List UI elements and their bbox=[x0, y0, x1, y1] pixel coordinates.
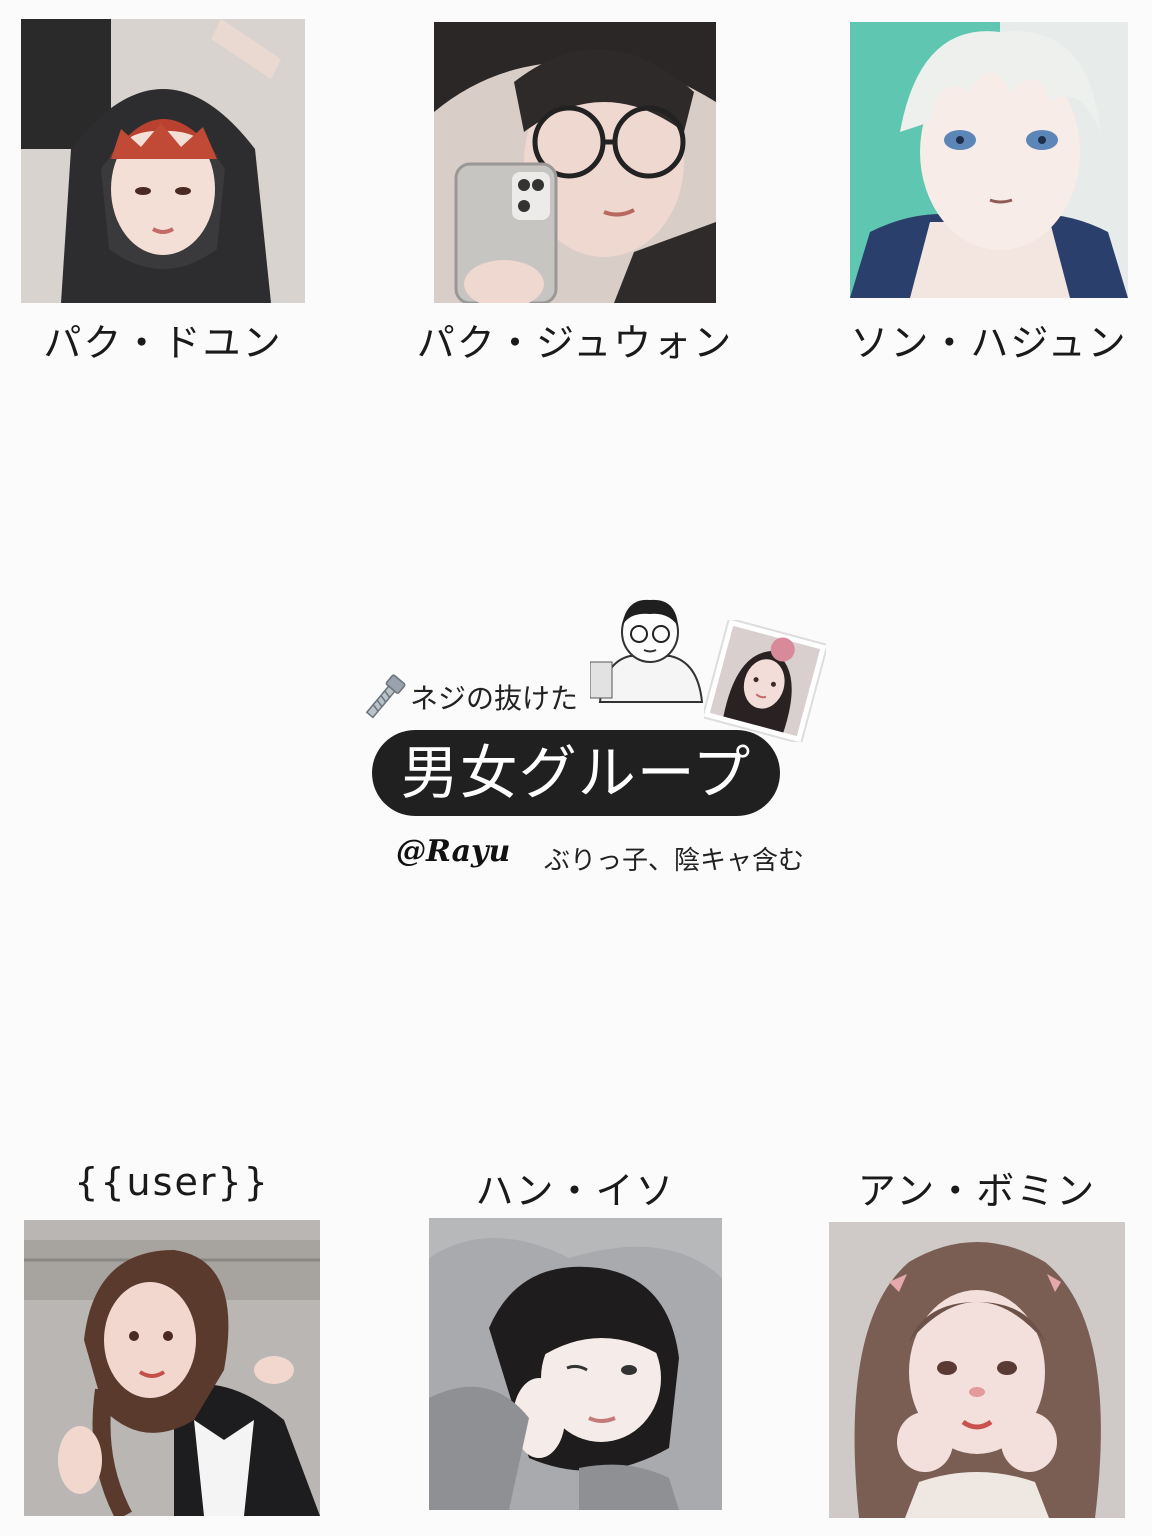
character-name-1: パク・ドユン bbox=[43, 321, 283, 365]
character-name-3: ソン・ハジュン bbox=[850, 321, 1128, 365]
portrait-girl-with-braids bbox=[24, 1220, 320, 1516]
character-name-6: アン・ボミン bbox=[857, 1169, 1097, 1213]
character-name-5: ハン・イソ bbox=[475, 1169, 676, 1213]
character-sheet: パク・ドユン パク・ジュウォン ソン・ハジュン ネジの抜けた 男女グループ @R… bbox=[0, 0, 1152, 1536]
character-name-2: パク・ジュウォン bbox=[416, 321, 734, 365]
bolt-icon bbox=[356, 670, 412, 726]
group-note: ぶりっ子、陰キャ含む bbox=[544, 846, 805, 876]
boy-with-glasses-sticker bbox=[589, 592, 708, 706]
portrait-girl-in-hoodie bbox=[429, 1218, 722, 1510]
author-handle: @Rayu bbox=[396, 834, 511, 869]
group-title: 男女グループ bbox=[372, 730, 780, 816]
character-name-4: {{user}} bbox=[74, 1160, 270, 1204]
girl-portrait-sticker bbox=[701, 617, 829, 745]
portrait-girl-with-ribbons bbox=[829, 1222, 1125, 1518]
portrait-red-haired-boy bbox=[21, 19, 305, 303]
portrait-boy-with-glasses bbox=[434, 22, 716, 303]
portrait-white-haired-boy bbox=[850, 22, 1128, 298]
tagline: ネジの抜けた bbox=[410, 682, 579, 715]
